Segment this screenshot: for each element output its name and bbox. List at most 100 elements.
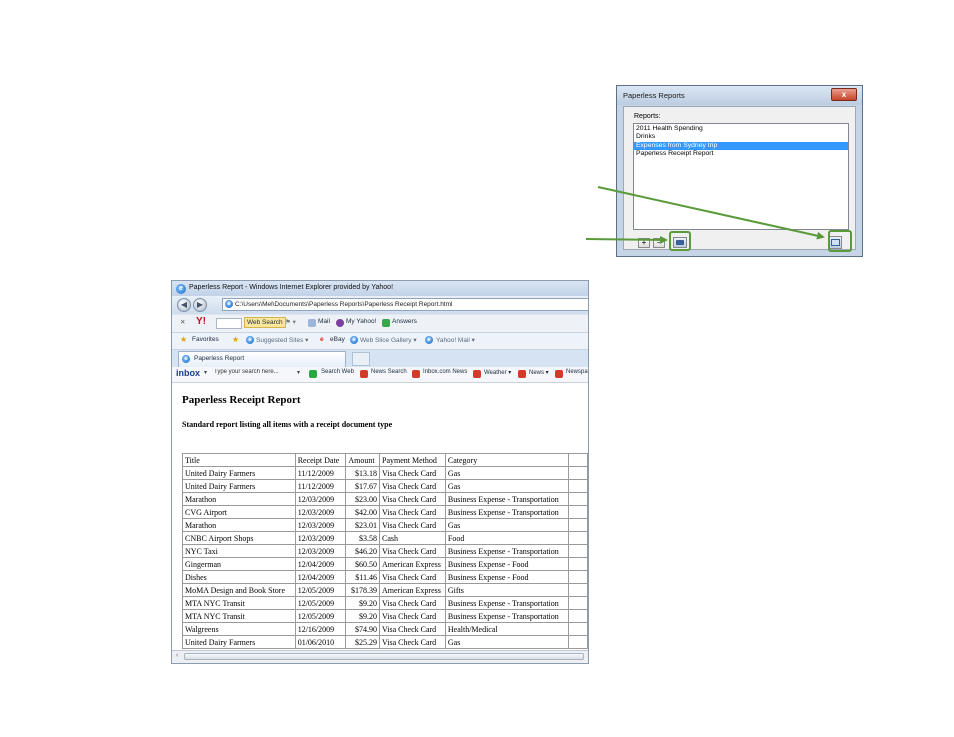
table-cell: 12/03/2009 [294,505,347,519]
report-table: Title Receipt Date Amount Payment Method Cat… [182,453,588,649]
table-cell: Visa Check Card [379,609,446,623]
forward-button[interactable]: ▶ [193,298,207,312]
new-tab-button[interactable] [352,352,370,366]
page-icon: e [225,300,233,308]
search-options-icon[interactable]: ⚑ ▾ [285,318,296,326]
table-cell: 01/06/2010 [294,635,347,649]
inbox-news-button[interactable]: Inbox.com News [423,369,467,375]
search-web-icon [309,370,317,378]
newspapers-button[interactable]: Newspa [566,369,588,375]
empty-cell [567,453,588,467]
table-row: Gingerman 12/04/2009 $60.50 American Expres… [182,557,588,571]
table-cell: Dishes [182,570,296,584]
weather-button[interactable]: Weather ▾ [484,369,511,376]
table-row: MTA NYC Transit 12/05/2009 $9.20 Visa Check… [182,609,588,623]
table-cell: 12/05/2009 [294,596,347,610]
browser-titlebar[interactable]: e Paperless Report - Windows Internet Ex… [172,281,588,296]
table-cell: 12/16/2009 [294,622,347,636]
table-cell: Gingerman [182,557,296,571]
table-cell: Gas [444,635,569,649]
table-cell: United Dairy Farmers [182,479,296,493]
table-cell: MoMA Design and Book Store [182,583,296,597]
horizontal-scrollbar[interactable]: ‹ [172,650,588,663]
news-search-button[interactable]: News Search [371,369,407,375]
table-cell: Visa Check Card [379,596,446,610]
table-row: Marathon 12/03/2009 $23.00 Visa Check Card B… [182,492,588,506]
empty-cell [567,622,588,636]
mail-link[interactable]: Mail [318,318,330,325]
table-cell: Business Expense - Transportation [444,492,569,506]
empty-cell [567,466,588,480]
empty-cell [567,544,588,558]
yahoo-search-input[interactable] [216,318,242,329]
table-cell: Walgreens [182,622,296,636]
close-toolbar-icon[interactable]: ✕ [180,318,185,326]
page-content: Paperless Receipt Report Standard report… [172,383,588,651]
table-cell: 12/03/2009 [294,544,347,558]
yahoo-toolbar: ✕ Y! Web Search ⚑ ▾ Mail My Yahoo! Answe… [172,315,588,333]
suggested-sites-link[interactable]: Suggested Sites ▾ [256,336,308,344]
mail-icon [308,319,316,327]
inbox-search-input[interactable]: Type your search here... [214,369,294,375]
table-cell: 12/05/2009 [294,609,347,623]
empty-cell [567,596,588,610]
search-web-button[interactable]: Search Web [321,369,354,375]
table-cell: Health/Medical [444,622,569,636]
table-cell: Business Expense - Food [444,570,569,584]
table-row: NYC Taxi 12/03/2009 $46.20 Visa Check Card B… [182,544,588,558]
empty-cell [567,518,588,532]
table-row: United Dairy Farmers 11/12/2009 $13.18 Visa… [182,466,588,480]
empty-cell [567,505,588,519]
inbox-search-arrow[interactable]: ▾ [297,369,300,376]
table-cell: United Dairy Farmers [182,635,296,649]
column-header: Payment Method [379,453,446,467]
news-search-icon [360,370,368,378]
news-button[interactable]: News ▾ [529,369,549,376]
arrow-to-run-button [597,186,825,240]
table-cell: $3.58 [345,531,380,545]
address-bar[interactable]: C:\Users\Mel\Documents\Paperless Reports… [222,298,588,311]
table-cell: Business Expense - Transportation [444,609,569,623]
yahoo-logo[interactable]: Y! [196,316,206,327]
tab-paperless-report[interactable]: e Paperless Report [178,351,346,367]
empty-cell [567,557,588,571]
table-cell: MTA NYC Transit [182,609,296,623]
table-cell: Visa Check Card [379,505,446,519]
favorites-button[interactable]: Favorites [192,336,219,343]
favorites-star-icon: ★ [180,335,188,344]
web-slice-gallery-link[interactable]: Web Slice Gallery ▾ [360,336,417,344]
table-row: Dishes 12/04/2009 $11.46 Visa Check Card Bus… [182,570,588,584]
inbox-toolbar: inbox ▾ Type your search here... ▾ Searc… [172,367,588,383]
table-cell: $178.39 [345,583,380,597]
my-yahoo-link[interactable]: My Yahoo! [346,318,376,325]
answers-link[interactable]: Answers [392,318,417,325]
arrow-to-edit-button [585,235,668,244]
table-row: Walgreens 12/16/2009 $74.90 Visa Check Card… [182,622,588,636]
empty-cell [567,583,588,597]
add-favorite-icon[interactable]: ★ [232,335,239,344]
column-header: Receipt Date [294,453,347,467]
scroll-left-icon[interactable]: ‹ [176,652,178,659]
ebay-link[interactable]: eBay [330,336,345,343]
table-cell: $11.46 [345,570,380,584]
web-search-button[interactable]: Web Search [244,317,286,328]
scrollbar-thumb[interactable] [184,653,584,660]
table-cell: Visa Check Card [379,570,446,584]
yahoo-mail-icon: e [425,336,433,344]
inbox-logo[interactable]: inbox [176,368,200,378]
my-yahoo-icon [336,319,344,327]
table-cell: 12/03/2009 [294,492,347,506]
inbox-menu-arrow[interactable]: ▾ [204,369,207,376]
back-button[interactable]: ◀ [177,298,191,312]
yahoo-mail-link[interactable]: Yahoo! Mail ▾ [436,336,475,344]
browser-window: e Paperless Report - Windows Internet Ex… [171,280,589,664]
table-row: MoMA Design and Book Store 12/05/2009 $178… [182,583,588,597]
table-cell: Cash [379,531,446,545]
table-cell: Business Expense - Transportation [444,544,569,558]
column-header: Title [182,453,296,467]
news-icon [518,370,526,378]
table-cell: $23.00 [345,492,380,506]
table-cell: $23.01 [345,518,380,532]
table-cell: 12/05/2009 [294,583,347,597]
weather-icon [473,370,481,378]
